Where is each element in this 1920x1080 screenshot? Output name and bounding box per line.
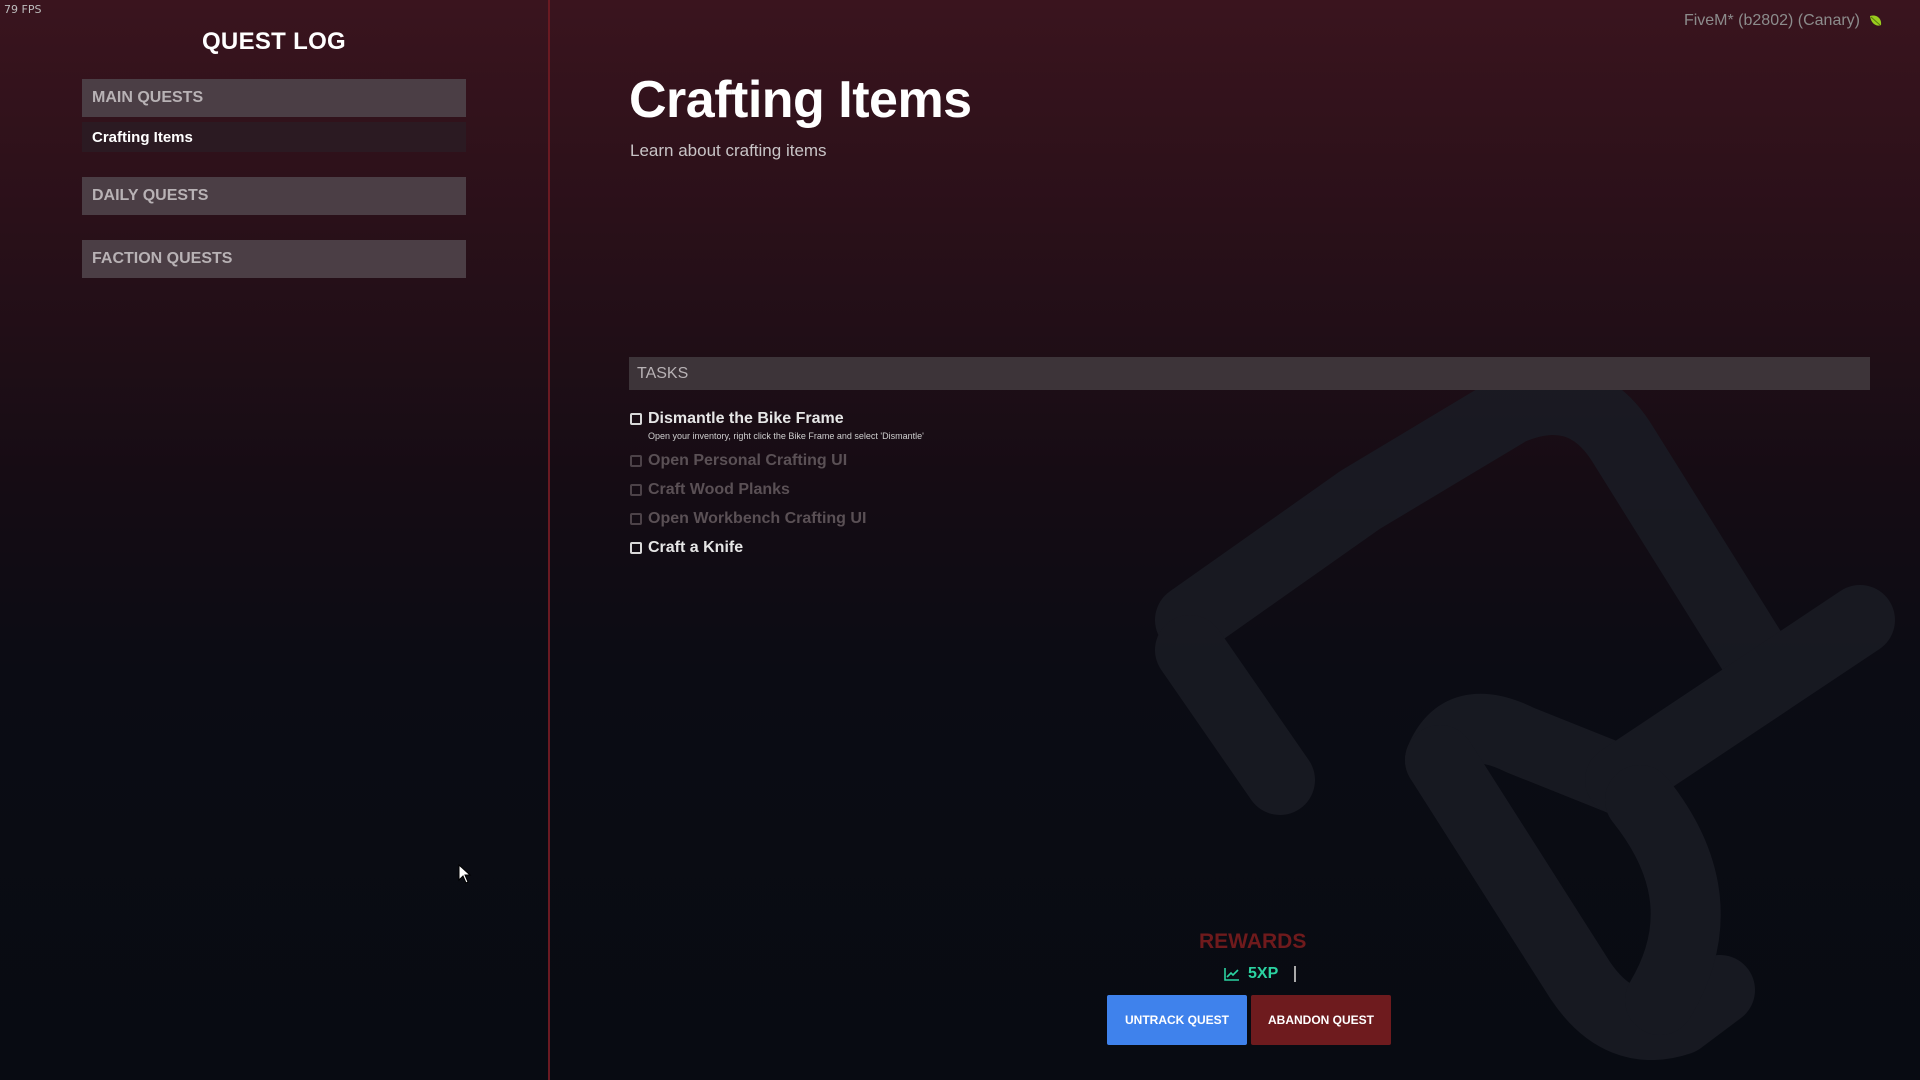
task-item: Dismantle the Bike Frame Open your inven… [630,410,924,441]
quest-title: Crafting Items [629,71,972,129]
untrack-quest-button[interactable]: UNTRACK QUEST [1107,995,1247,1045]
task-checkbox [630,413,642,425]
xp-separator [1294,966,1297,982]
abandon-quest-button[interactable]: ABANDON QUEST [1251,995,1391,1045]
quest-description: Learn about crafting items [630,141,827,160]
task-detail: Open your inventory, right click the Bik… [648,431,924,441]
task-item: Craft a Knife [630,539,743,557]
build-label: FiveM* (b2802) (Canary) [1683,12,1860,29]
task-item: Craft Wood Planks [630,481,790,499]
task-checkbox [630,513,642,525]
category-faction-quests[interactable]: FACTION QUESTS [82,240,466,278]
task-item: Open Workbench Crafting UI [630,510,866,528]
task-name: Dismantle the Bike Frame [648,410,844,427]
task-name: Open Workbench Crafting UI [648,510,867,527]
build-info: FiveM* (b2802) (Canary) [1684,12,1884,30]
chart-line-icon [1224,968,1239,981]
task-checkbox [630,542,642,554]
task-item: Open Personal Crafting UI [630,452,847,470]
mouse-cursor-icon [458,864,472,884]
rewards-xp: 5XP [1224,965,1297,983]
category-main-quests[interactable]: MAIN QUESTS [82,79,466,117]
quest-item-crafting-items[interactable]: Crafting Items [82,122,466,152]
leaf-icon [1870,15,1882,26]
task-name: Craft Wood Planks [648,481,790,498]
task-checkbox [630,455,642,467]
task-name: Open Personal Crafting UI [648,452,848,469]
hammer-watermark-icon [1155,380,1895,1060]
rewards-title: REWARDS [1199,930,1307,953]
category-daily-quests[interactable]: DAILY QUESTS [82,177,466,215]
xp-value: 5XP [1248,965,1279,982]
sidebar-title: QUEST LOG [201,28,347,55]
tasks-header: TASKS [629,357,1870,390]
task-text: Dismantle the Bike Frame Open your inven… [648,410,924,441]
quest-log-sidebar: QUEST LOG MAIN QUESTS Crafting Items DAI… [0,0,550,1080]
task-checkbox [630,484,642,496]
task-name: Craft a Knife [648,539,744,556]
